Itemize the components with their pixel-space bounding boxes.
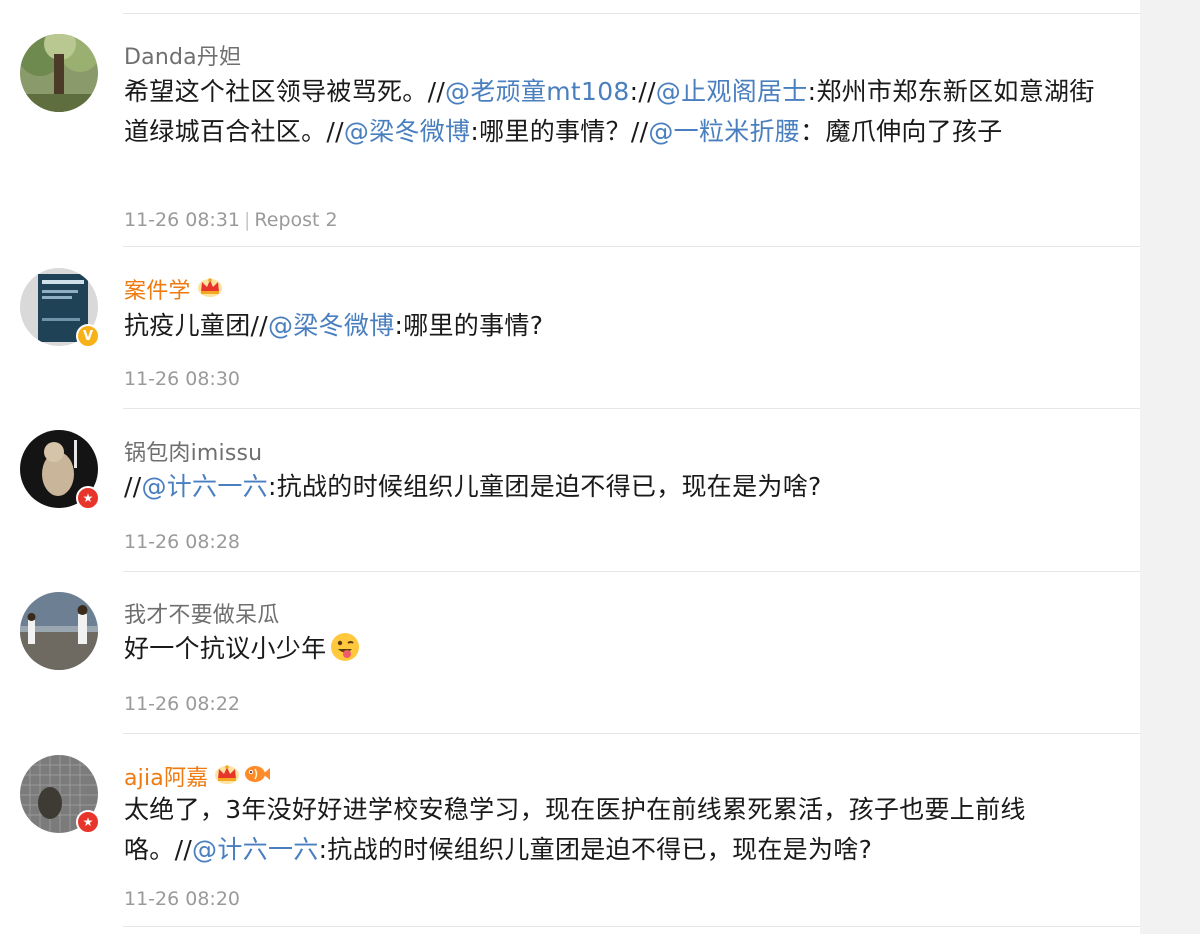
divider [123, 408, 1140, 409]
timestamp: 11-26 08:31 [124, 209, 241, 231]
avatar[interactable] [20, 592, 98, 670]
comment-text-segment: :抗战的时候组织儿童团是迫不得已，现在是为啥? [267, 472, 822, 501]
crown-icon [214, 763, 240, 789]
comment-text-content: 好一个抗议小少年 [124, 634, 326, 663]
divider [123, 926, 1140, 927]
verified-badge: V [76, 324, 100, 348]
username[interactable]: 我才不要做呆瓜 [124, 597, 279, 629]
comment-text: 好一个抗议小少年 [124, 629, 1114, 669]
comment-text-segment: 希望这个社区领导被骂死。// [124, 77, 446, 106]
comment-feed: Danda丹妲 希望这个社区领导被骂死。//@老顽童mt108://@止观阁居士… [0, 0, 1140, 934]
comment-text-segment: ：魔爪伸向了孩子 [800, 117, 1003, 146]
divider [123, 571, 1140, 572]
comment-meta: 11-26 08:20 [124, 888, 240, 910]
comment-meta: 11-26 08:28 [124, 531, 240, 553]
mention-link[interactable]: @老顽童mt108 [445, 77, 630, 106]
fish-icon [243, 763, 271, 789]
mention-link[interactable]: @一粒米折腰 [648, 117, 800, 146]
comment-text-segment: :// [629, 77, 656, 106]
mention-link[interactable]: @梁冬微博 [268, 311, 395, 340]
divider [123, 13, 1140, 14]
comment-text-segment: 抗疫儿童团// [124, 311, 268, 340]
comment-text-segment: :抗战的时候组织儿童团是迫不得已，现在是为啥? [318, 835, 873, 864]
red-badge: ★ [76, 486, 100, 510]
tongue-wink-emoji [330, 632, 360, 662]
timestamp: 11-26 08:30 [124, 368, 241, 390]
comment-text: 太绝了，3年没好好进学校安稳学习，现在医护在前线累死累活，孩子也要上前线咯。//… [124, 790, 1114, 870]
avatar[interactable] [20, 34, 98, 112]
comment-meta: 11-26 08:31 | Repost 2 [124, 209, 338, 231]
divider [123, 246, 1140, 247]
mention-link[interactable]: @止观阁居士 [656, 77, 808, 106]
username[interactable]: ajia阿嘉 [124, 760, 208, 792]
comment-meta: 11-26 08:30 [124, 368, 240, 390]
repost-link[interactable]: Repost 2 [254, 209, 337, 231]
mention-link[interactable]: @梁冬微博 [344, 117, 471, 146]
comment-text: 希望这个社区领导被骂死。//@老顽童mt108://@止观阁居士:郑州市郑东新区… [124, 72, 1114, 152]
comment-text-segment: :哪里的事情？// [470, 117, 649, 146]
meta-separator: | [244, 209, 251, 231]
comment-meta: 11-26 08:22 [124, 693, 240, 715]
comment-text-segment: 好一个抗议小少年 [124, 634, 327, 663]
comment-text-segment: // [124, 472, 142, 501]
comment-text-segment: :哪里的事情? [394, 311, 544, 340]
crown-icon [197, 276, 223, 302]
comment-text: //@计六一六:抗战的时候组织儿童团是迫不得已，现在是为啥? [124, 467, 1114, 507]
red-badge: ★ [76, 810, 100, 834]
username[interactable]: 锅包肉imissu [124, 435, 262, 467]
right-side-panel [1140, 0, 1200, 934]
comment-text: 抗疫儿童团//@梁冬微博:哪里的事情? [124, 306, 1114, 346]
mention-link[interactable]: @计六一六 [141, 472, 268, 501]
mention-link[interactable]: @计六一六 [192, 835, 319, 864]
timestamp: 11-26 08:28 [124, 531, 241, 553]
divider [123, 733, 1140, 734]
timestamp: 11-26 08:22 [124, 693, 241, 715]
timestamp: 11-26 08:20 [124, 888, 241, 910]
username[interactable]: 案件学 [124, 273, 191, 305]
username[interactable]: Danda丹妲 [124, 39, 241, 71]
